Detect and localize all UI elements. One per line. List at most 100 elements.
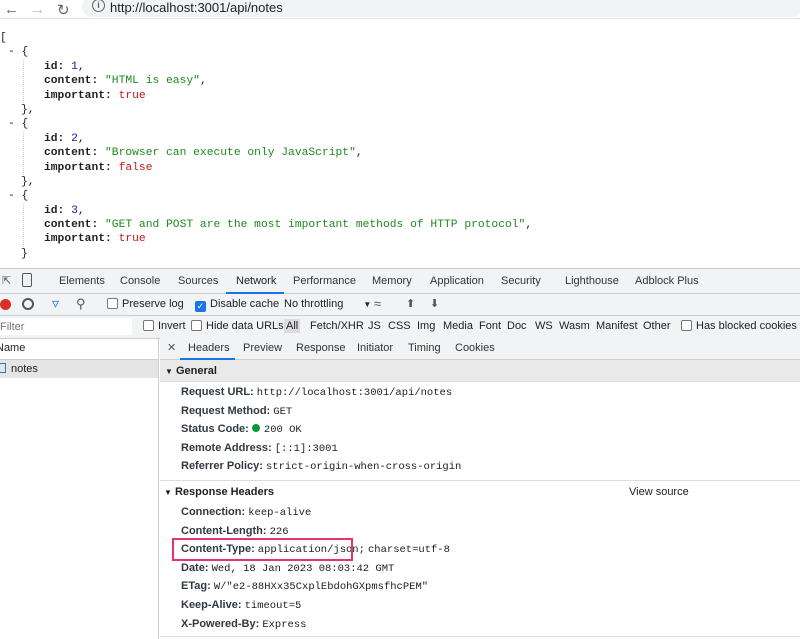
json-line: }, bbox=[0, 175, 532, 189]
tab-sources[interactable]: Sources bbox=[178, 275, 218, 287]
header-value[interactable]: GET bbox=[273, 406, 292, 418]
inspect-icon[interactable]: ⇱ bbox=[2, 274, 11, 287]
filter-type-font[interactable]: Font bbox=[479, 320, 501, 332]
forward-icon[interactable]: → bbox=[30, 1, 45, 18]
filter-type-media[interactable]: Media bbox=[443, 320, 473, 332]
json-boolean: true bbox=[118, 233, 146, 246]
tab-adblock-plus[interactable]: Adblock Plus bbox=[635, 275, 699, 287]
header-value-charset[interactable]: charset=utf-8 bbox=[368, 544, 450, 556]
triangle-down-icon: ▼ bbox=[164, 488, 172, 497]
import-har-icon[interactable]: ⬆ bbox=[406, 297, 415, 310]
search-icon[interactable]: ⚲ bbox=[76, 296, 86, 312]
filter-type-css[interactable]: CSS bbox=[388, 320, 411, 332]
filter-type-img[interactable]: Img bbox=[417, 320, 435, 332]
header-name: Status Code: bbox=[181, 423, 249, 436]
detail-tab-preview[interactable]: Preview bbox=[243, 342, 282, 354]
tab-memory[interactable]: Memory bbox=[372, 275, 412, 287]
filter-type-fetch-xhr[interactable]: Fetch/XHR bbox=[310, 320, 364, 332]
collapse-toggle[interactable]: - { bbox=[8, 46, 28, 58]
request-row-notes[interactable]: notes bbox=[0, 360, 158, 378]
filter-type-ws[interactable]: WS bbox=[535, 320, 553, 332]
json-line: important: true bbox=[0, 89, 532, 103]
info-icon[interactable]: i bbox=[92, 0, 105, 12]
json-line: } bbox=[0, 247, 532, 261]
json-key: id: bbox=[44, 204, 65, 217]
response-headers-header[interactable]: ▼ Response Headers bbox=[164, 486, 274, 498]
header-name: Connection: bbox=[181, 506, 246, 518]
json-key: important: bbox=[44, 233, 112, 246]
general-row: Request Method: GET bbox=[181, 405, 292, 418]
json-viewer: [- {id: 1, content: "HTML is easy", import… bbox=[0, 31, 532, 261]
response-header-row: Content-Length: 226 bbox=[181, 525, 289, 538]
filter-type-js[interactable]: JS bbox=[368, 320, 381, 332]
chevron-down-icon: ▼ bbox=[363, 300, 372, 309]
back-icon[interactable]: ← bbox=[4, 1, 19, 18]
has-blocked-cookies-checkbox[interactable]: Has blocked cookies bbox=[681, 320, 797, 332]
detail-tab-timing[interactable]: Timing bbox=[408, 342, 441, 354]
filter-icon[interactable]: ▿ bbox=[52, 295, 59, 312]
detail-tab-initiator[interactable]: Initiator bbox=[357, 342, 393, 354]
tab-performance[interactable]: Performance bbox=[293, 275, 356, 287]
device-toggle-icon[interactable] bbox=[22, 273, 32, 287]
preserve-log-checkbox[interactable]: Preserve log bbox=[107, 298, 184, 310]
json-bracket: [ bbox=[0, 32, 7, 44]
header-value[interactable]: timeout=5 bbox=[245, 600, 302, 612]
tab-lighthouse[interactable]: Lighthouse bbox=[565, 275, 619, 287]
divider bbox=[160, 636, 800, 637]
view-source-link[interactable]: View source bbox=[629, 486, 689, 498]
header-value[interactable]: 200 OK bbox=[264, 424, 302, 436]
filter-type-all[interactable]: All bbox=[284, 319, 301, 333]
filter-type-manifest[interactable]: Manifest bbox=[596, 320, 638, 332]
detail-tabbar: ✕ Headers Preview Response Initiator Timing C… bbox=[160, 337, 800, 360]
disable-cache-checkbox[interactable]: ✓ Disable cache bbox=[195, 298, 279, 312]
json-number: 2 bbox=[71, 132, 78, 145]
header-name: Remote Address: bbox=[181, 441, 272, 454]
header-value[interactable]: Wed, 18 Jan 2023 08:03:42 GMT bbox=[212, 563, 395, 575]
comma: , bbox=[77, 132, 85, 145]
collapse-toggle[interactable]: - { bbox=[8, 118, 28, 130]
filter-input[interactable] bbox=[0, 318, 132, 335]
header-value[interactable]: [::1]:3001 bbox=[275, 443, 338, 455]
collapse-toggle[interactable]: - { bbox=[8, 190, 28, 202]
invert-checkbox[interactable]: Invert bbox=[143, 320, 186, 332]
detail-tab-headers[interactable]: Headers bbox=[188, 342, 230, 354]
json-line: id: 3, bbox=[0, 204, 532, 218]
header-value[interactable]: Express bbox=[262, 619, 306, 631]
header-value[interactable]: strict-origin-when-cross-origin bbox=[266, 461, 461, 473]
throttling-select[interactable]: No throttling ▼ bbox=[284, 298, 371, 310]
detail-tab-response[interactable]: Response bbox=[296, 342, 346, 354]
json-line: important: false bbox=[0, 161, 532, 175]
record-icon[interactable] bbox=[0, 299, 11, 310]
filter-type-doc[interactable]: Doc bbox=[507, 320, 527, 332]
preserve-log-label: Preserve log bbox=[122, 298, 184, 310]
header-value[interactable]: keep-alive bbox=[248, 507, 311, 519]
name-column-header[interactable]: Name bbox=[0, 337, 158, 360]
tab-network[interactable]: Network bbox=[236, 275, 276, 287]
filter-type-other[interactable]: Other bbox=[643, 320, 671, 332]
json-line: - { bbox=[0, 117, 532, 131]
json-boolean: true bbox=[118, 89, 146, 102]
invert-label: Invert bbox=[158, 320, 186, 332]
network-conditions-icon[interactable]: ≈ bbox=[374, 296, 381, 311]
general-section-header[interactable]: ▼ General bbox=[160, 360, 800, 382]
close-icon[interactable]: ✕ bbox=[167, 341, 176, 354]
tab-elements[interactable]: Elements bbox=[59, 275, 105, 287]
clear-icon[interactable] bbox=[22, 298, 34, 310]
tab-security[interactable]: Security bbox=[501, 275, 541, 287]
comma: , bbox=[77, 204, 85, 217]
tab-console[interactable]: Console bbox=[120, 275, 160, 287]
header-value[interactable]: http://localhost:3001/api/notes bbox=[257, 387, 452, 399]
tab-application[interactable]: Application bbox=[430, 275, 484, 287]
address-bar[interactable]: i http://localhost:3001/api/notes bbox=[82, 0, 800, 17]
status-ok-icon bbox=[251, 424, 260, 433]
header-value[interactable]: W/"e2-88HXx35CxplEbdohGXpmsfhcPEM" bbox=[214, 581, 428, 593]
reload-icon[interactable]: ↻ bbox=[57, 1, 70, 19]
filter-type-wasm[interactable]: Wasm bbox=[559, 320, 590, 332]
json-bracket: } bbox=[21, 247, 28, 260]
general-title: General bbox=[175, 365, 217, 377]
hide-data-urls-checkbox[interactable]: Hide data URLs bbox=[191, 320, 284, 332]
header-value[interactable]: 226 bbox=[270, 526, 289, 538]
json-number: 1 bbox=[71, 60, 78, 73]
detail-tab-cookies[interactable]: Cookies bbox=[455, 342, 495, 354]
export-har-icon[interactable]: ⬇ bbox=[430, 297, 439, 310]
